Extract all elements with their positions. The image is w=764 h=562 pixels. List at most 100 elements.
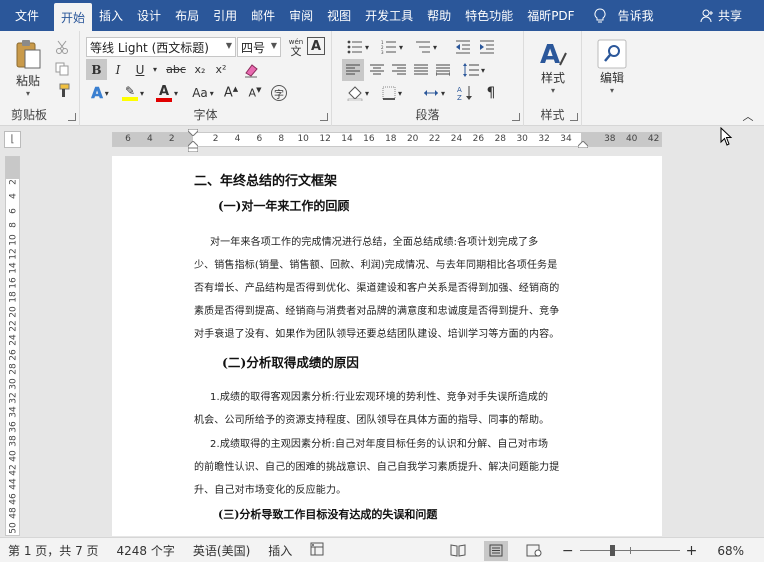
tab-9[interactable]: 开发工具: [358, 0, 420, 31]
zoom-level[interactable]: 68%: [699, 544, 764, 558]
editing-button[interactable]: 编辑 ▾: [588, 35, 636, 99]
font-name-combo[interactable]: 等线 Light (西文标题) ▼: [86, 37, 236, 57]
document-page[interactable]: 二、年终总结的行文框架 (一)对一年来工作的回顾 对一年来各项工作的完成情况进行…: [112, 156, 662, 536]
print-layout-button[interactable]: [483, 540, 508, 561]
tab-8[interactable]: 视图: [320, 0, 358, 31]
paint-bucket-icon: [347, 86, 363, 101]
tab-5[interactable]: 引用: [206, 0, 244, 31]
shading-button[interactable]: ▾: [342, 82, 374, 104]
horizontal-ruler[interactable]: 6 4 2 2 4 6 8 10 12 14 16 18 20 22 24 26 28 30 32 34 38 40 42: [112, 129, 662, 152]
align-center-button[interactable]: [366, 59, 388, 81]
decrease-indent-button[interactable]: [452, 37, 474, 57]
subscript-icon: x₂: [194, 63, 206, 76]
align-left-button[interactable]: [342, 59, 364, 81]
zoom-out-button[interactable]: −: [560, 543, 576, 559]
styles-launcher[interactable]: [570, 113, 578, 121]
right-indent-marker[interactable]: [578, 141, 588, 148]
web-layout-button[interactable]: [522, 541, 546, 561]
vertical-ruler[interactable]: 2 4 6 8 10 12 14 16 18 20 22 24 26 28 30 32 34 36 38 40 42 44…: [5, 156, 20, 548]
subscript-button[interactable]: x₂: [190, 59, 210, 80]
hanging-indent-marker[interactable]: [188, 141, 198, 152]
tab-7[interactable]: 审阅: [282, 0, 320, 31]
tab-11[interactable]: 特色功能: [458, 0, 520, 31]
shrink-font-button[interactable]: A▼: [244, 82, 266, 104]
shrink-font-icon: A▼: [248, 86, 262, 100]
font-size-value: 四号: [241, 40, 266, 55]
eraser-icon: [245, 63, 258, 77]
change-case-button[interactable]: Aa ▾: [188, 82, 218, 104]
bullets-button[interactable]: ▾: [342, 37, 374, 57]
char-border-button[interactable]: A: [307, 37, 325, 55]
underline-button[interactable]: U: [130, 59, 150, 80]
vertical-ruler-number: 40: [8, 449, 19, 462]
strikethrough-button[interactable]: abc: [164, 59, 188, 80]
multilevel-list-button[interactable]: ▾: [410, 37, 442, 57]
underline-icon: U: [135, 62, 145, 77]
ruler-number: 16: [363, 134, 375, 144]
editing-button-label: 编辑: [599, 71, 624, 85]
tab-stop-icon: ⌊: [10, 134, 15, 145]
justify-button[interactable]: [410, 59, 432, 81]
align-right-button[interactable]: [388, 59, 410, 81]
sort-icon: AZ: [457, 86, 472, 101]
sort-button[interactable]: AZ: [454, 82, 476, 104]
asian-layout-button[interactable]: ▾: [418, 82, 450, 104]
text-effects-button[interactable]: A ▾: [86, 82, 114, 104]
numbering-button[interactable]: 1 2 3 ▾: [376, 37, 408, 57]
page-count[interactable]: 第 1 页，共 7 页: [0, 542, 108, 559]
macro-recording-button[interactable]: [301, 542, 333, 559]
format-painter-button[interactable]: [52, 81, 72, 101]
italic-button[interactable]: I: [108, 59, 128, 80]
zoom-slider[interactable]: [579, 545, 680, 556]
tab-3[interactable]: 设计: [130, 0, 168, 31]
tab-2[interactable]: 插入: [92, 0, 130, 31]
grow-font-button[interactable]: A▲: [220, 82, 242, 104]
paste-button[interactable]: 粘贴 ▾: [8, 37, 48, 99]
tab-0[interactable]: 文件: [0, 0, 54, 31]
copy-button[interactable]: [52, 59, 72, 79]
increase-indent-icon: [480, 40, 494, 54]
language-indicator[interactable]: 英语(美国): [184, 542, 259, 559]
phonetic-guide-button[interactable]: wén 文: [285, 36, 307, 58]
vertical-ruler-number: 30: [8, 377, 19, 390]
web-layout-icon: [526, 544, 542, 557]
highlight-color-button[interactable]: ✎ ▾: [118, 82, 148, 104]
tab-1[interactable]: 开始: [54, 3, 93, 31]
cut-button[interactable]: [52, 37, 72, 57]
collapse-ribbon-button[interactable]: ︿: [740, 109, 756, 123]
font-launcher[interactable]: [320, 113, 328, 121]
increase-indent-button[interactable]: [476, 37, 498, 57]
font-size-combo[interactable]: 四号 ▼: [237, 37, 281, 57]
zoom-in-button[interactable]: +: [684, 543, 700, 559]
tab-12[interactable]: 福昕PDF: [520, 0, 581, 31]
zoom-slider-thumb[interactable]: [609, 545, 615, 556]
styles-button[interactable]: A 样式 ▾: [530, 35, 576, 99]
align-right-icon: [392, 64, 406, 75]
line-spacing-button[interactable]: ▾: [458, 59, 490, 81]
tab-selector[interactable]: ⌊: [4, 131, 21, 148]
tell-me-box[interactable]: 告诉我: [612, 0, 661, 31]
insert-mode-indicator[interactable]: 插入: [259, 542, 301, 559]
ruler-number: 42: [647, 134, 660, 144]
underline-dropdown[interactable]: ▾: [150, 59, 160, 80]
show-marks-button[interactable]: ¶: [480, 82, 502, 104]
word-count[interactable]: 4248 个字: [108, 542, 184, 559]
tab-4[interactable]: 布局: [168, 0, 206, 31]
superscript-button[interactable]: x²: [211, 59, 231, 80]
read-mode-button[interactable]: [446, 541, 470, 561]
distributed-button[interactable]: [432, 59, 454, 81]
vertical-scrollbar[interactable]: [750, 156, 764, 536]
paragraph-launcher[interactable]: [512, 113, 520, 121]
font-color-button[interactable]: A ▾: [152, 82, 182, 104]
vertical-ruler-number: 14: [8, 262, 19, 275]
first-line-indent-marker[interactable]: [188, 129, 198, 136]
clipboard-launcher[interactable]: [68, 113, 76, 121]
tab-10[interactable]: 帮助: [420, 0, 458, 31]
clear-formatting-button[interactable]: [240, 59, 262, 80]
borders-button[interactable]: ▾: [376, 82, 408, 104]
enclose-char-button[interactable]: 字: [268, 82, 290, 104]
bold-button[interactable]: B: [86, 59, 107, 80]
tab-6[interactable]: 邮件: [244, 0, 282, 31]
share-button[interactable]: 共享: [692, 0, 764, 31]
paragraph-group-label: 段落: [415, 108, 440, 122]
